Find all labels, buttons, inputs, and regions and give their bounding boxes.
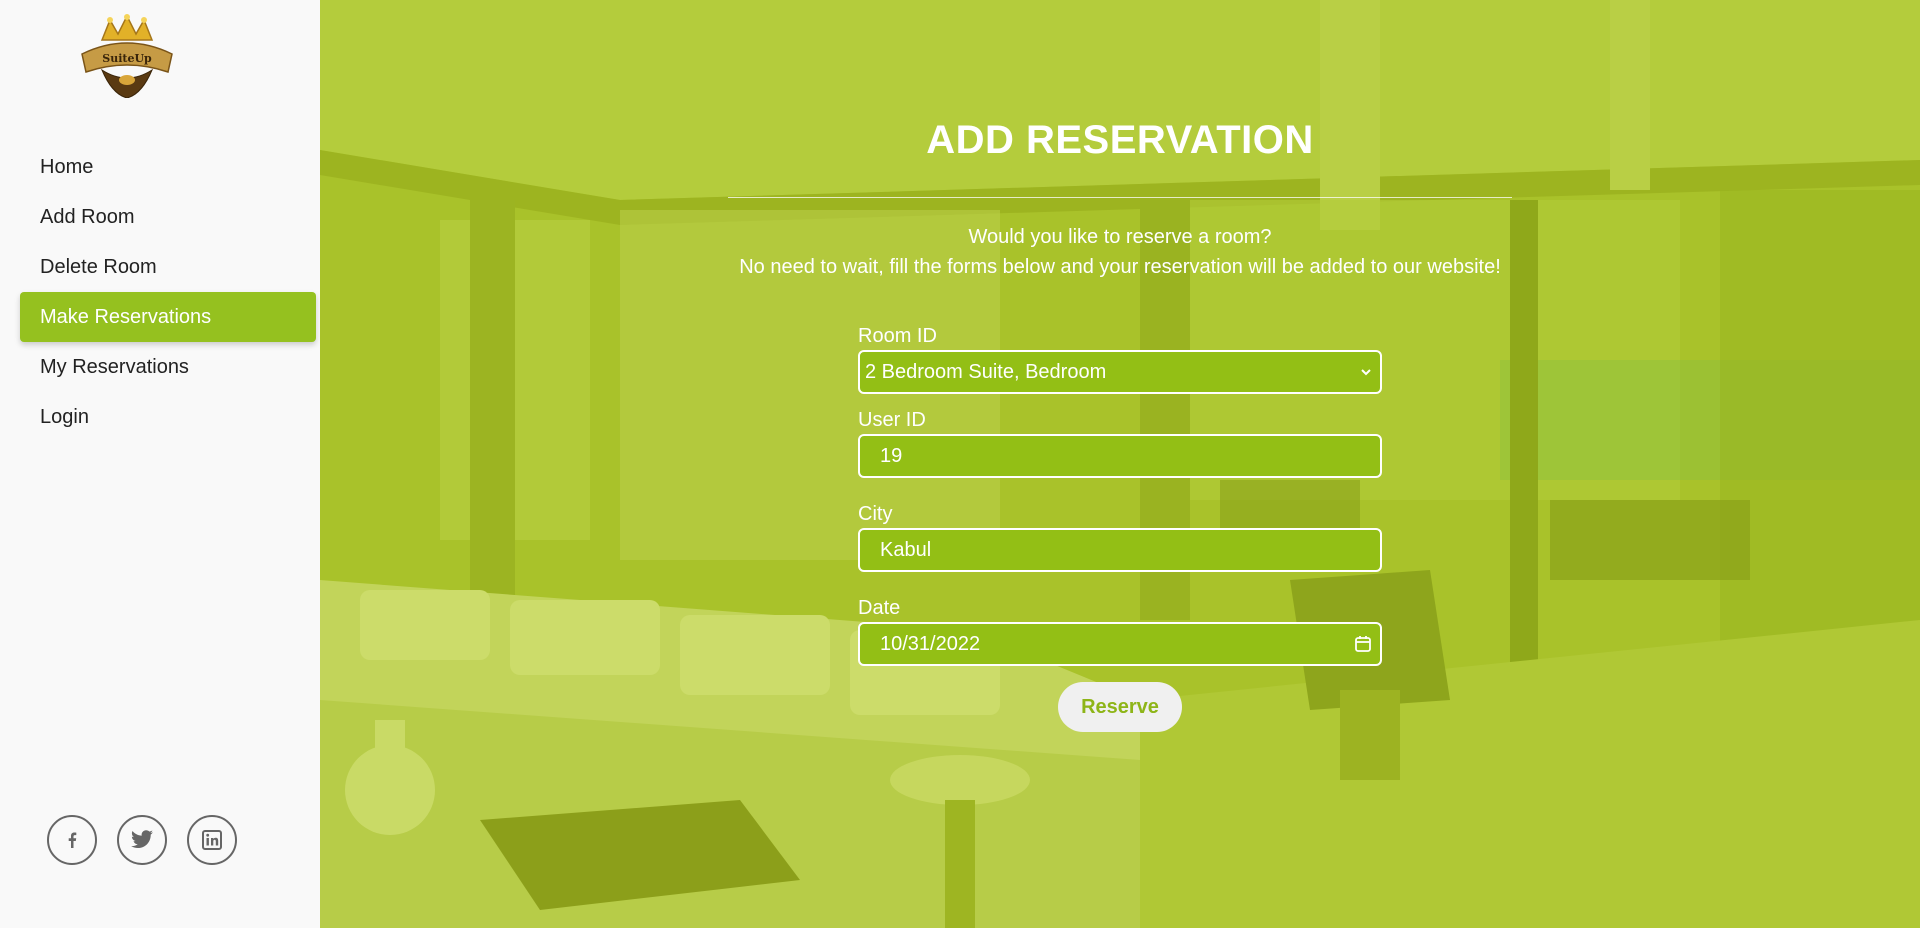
room-id-value: 2 Bedroom Suite, Bedroom [865, 360, 1107, 383]
page-subtitle: Would you like to reserve a room? No nee… [320, 222, 1920, 282]
reservation-form: Room ID 2 Bedroom Suite, Bedroom User ID… [858, 322, 1382, 666]
date-label: Date [858, 597, 901, 619]
city-label: City [858, 503, 893, 525]
calendar-icon[interactable] [1354, 635, 1372, 653]
facebook-link[interactable] [47, 815, 97, 865]
reservation-content: ADD RESERVATION Would you like to reserv… [320, 0, 1920, 928]
sidebar-nav: Home Add Room Delete Room Make Reservati… [20, 142, 316, 442]
sidebar-item-add-room[interactable]: Add Room [20, 192, 316, 242]
twitter-icon [131, 830, 153, 848]
sidebar-item-my-reservations[interactable]: My Reservations [20, 342, 316, 392]
room-id-label: Room ID [858, 325, 937, 347]
date-input[interactable]: 10/31/2022 [858, 622, 1382, 666]
twitter-link[interactable] [117, 815, 167, 865]
main-panel: ADD RESERVATION Would you like to reserv… [320, 0, 1920, 928]
sidebar-item-home[interactable]: Home [20, 142, 316, 192]
chevron-down-icon [1361, 369, 1371, 376]
user-id-input[interactable]: 19 [858, 434, 1382, 478]
sidebar: SuiteUp Home Add Room Delete Room Make R… [0, 0, 320, 928]
reserve-button[interactable]: Reserve [1058, 682, 1182, 732]
linkedin-icon [202, 830, 222, 850]
user-id-label: User ID [858, 409, 926, 431]
sidebar-item-login[interactable]: Login [20, 392, 316, 442]
sidebar-item-delete-room[interactable]: Delete Room [20, 242, 316, 292]
room-id-select[interactable]: 2 Bedroom Suite, Bedroom [858, 350, 1382, 394]
title-divider [728, 197, 1512, 198]
svg-text:SuiteUp: SuiteUp [102, 52, 152, 65]
city-value: Kabul [880, 538, 932, 561]
user-id-value: 19 [880, 444, 903, 467]
date-value: 10/31/2022 [880, 632, 981, 655]
facebook-icon [68, 832, 77, 848]
subtitle-line-1: Would you like to reserve a room? [968, 226, 1272, 248]
subtitle-line-2: No need to wait, fill the forms below an… [739, 256, 1501, 278]
sidebar-item-make-reservations[interactable]: Make Reservations [20, 292, 316, 342]
social-links [47, 815, 237, 865]
page-title: ADD RESERVATION [926, 118, 1314, 162]
linkedin-link[interactable] [187, 815, 237, 865]
suiteup-logo[interactable]: SuiteUp [72, 14, 182, 99]
city-input[interactable]: Kabul [858, 528, 1382, 572]
